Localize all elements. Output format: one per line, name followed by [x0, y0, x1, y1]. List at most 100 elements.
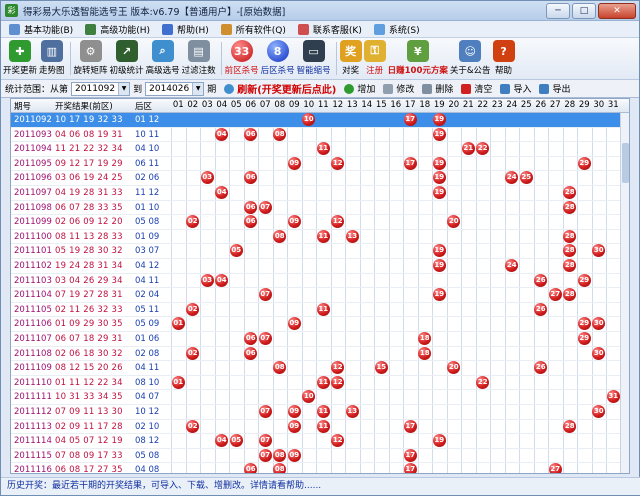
- table-row[interactable]: 2011095 09 12 17 19 29 06 11 09 12 17 19 29: [11, 156, 629, 172]
- header-col-30[interactable]: 30: [592, 100, 607, 112]
- about-button[interactable]: ☺ 关于&公告: [450, 38, 491, 79]
- table-row[interactable]: 2011110 01 11 12 22 34 08 10 01 11 12 22: [11, 375, 629, 391]
- header-col-01[interactable]: 01: [171, 100, 186, 112]
- back-kill-button[interactable]: 8 后区杀号: [261, 38, 295, 79]
- header-col-09[interactable]: 09: [287, 100, 302, 112]
- header-col-05[interactable]: 05: [229, 100, 244, 112]
- table-row[interactable]: 2011112 07 09 11 13 30 10 12 07 09 11 13 30: [11, 405, 629, 420]
- header-col-22[interactable]: 22: [476, 100, 491, 112]
- table-row[interactable]: 2011093 04 06 08 19 31 10 11 04 06 08 19: [11, 127, 629, 143]
- filter-bar: 统计范围：从第 2011092 ▼ 到 2014026 ▼ 期 刷新(开奖更新后点此…: [1, 80, 639, 98]
- header-col-20[interactable]: 20: [447, 100, 462, 112]
- header-col-28[interactable]: 28: [563, 100, 578, 112]
- header-col-23[interactable]: 23: [490, 100, 505, 112]
- check-prize-button[interactable]: 奖对奖: [339, 38, 362, 79]
- menu-help[interactable]: 帮助(H): [160, 23, 219, 36]
- advanced-pick-button[interactable]: ⌕ 高级选号: [146, 38, 180, 79]
- import-button[interactable]: 导入: [500, 82, 531, 95]
- table-row[interactable]: 2011092 10 17 19 32 33 01 12 10 17 19: [11, 113, 629, 128]
- table-row[interactable]: 2011107 06 07 18 29 31 01 06 06 07 18 29: [11, 332, 629, 347]
- scrollbar-thumb[interactable]: [622, 143, 629, 183]
- header-col-08[interactable]: 08: [273, 100, 288, 112]
- smart-reduce-button[interactable]: ▭ 智能缩号: [297, 38, 331, 79]
- to-period-select[interactable]: 2014026 ▼: [145, 81, 205, 96]
- table-row[interactable]: 2011100 08 11 13 28 33 01 09 08 11 13 28: [11, 229, 629, 245]
- header-col-25[interactable]: 25: [519, 100, 534, 112]
- table-row[interactable]: 2011102 19 24 28 31 34 04 12 19 24 28: [11, 259, 629, 274]
- header-col-24[interactable]: 24: [505, 100, 520, 112]
- table-row[interactable]: 2011113 02 09 11 17 28 02 10 02 09 11 17 28: [11, 419, 629, 435]
- filter-bets-button[interactable]: ▤ 过滤注数: [182, 38, 216, 79]
- header-col-21[interactable]: 21: [461, 100, 476, 112]
- clear-button[interactable]: 清空: [461, 82, 492, 95]
- table-row[interactable]: 2011103 03 04 26 29 34 04 11 03 04 26 29: [11, 273, 629, 289]
- add-button[interactable]: 增加: [344, 82, 375, 95]
- menu-advanced[interactable]: 高级功能(H): [83, 23, 160, 36]
- table-row[interactable]: 2011104 07 19 27 28 31 02 04 07 19 27 28: [11, 288, 629, 303]
- header-col-14[interactable]: 14: [360, 100, 375, 112]
- header-col-17[interactable]: 17: [403, 100, 418, 112]
- table-row[interactable]: 2011116 06 08 17 27 35 04 08 06 08 17 27: [11, 463, 629, 473]
- maximize-button[interactable]: □: [572, 2, 596, 19]
- table-row[interactable]: 2011109 08 12 15 20 26 04 11 08 12 15 20 26: [11, 361, 629, 376]
- refresh-button[interactable]: 刷新(开奖更新后点此): [224, 81, 336, 96]
- header-col-10[interactable]: 10: [302, 100, 317, 112]
- table-row[interactable]: 2011105 02 11 26 32 33 05 11 02 11 26: [11, 302, 629, 318]
- table-row[interactable]: 2011115 07 08 09 17 33 05 08 07 08 09 17: [11, 448, 629, 464]
- menu-contact[interactable]: 联系客服(K): [296, 23, 372, 36]
- header-col-02[interactable]: 02: [186, 100, 201, 112]
- header-col-06[interactable]: 06: [244, 100, 259, 112]
- header-col-15[interactable]: 15: [374, 100, 389, 112]
- register-button[interactable]: ⚿ 注册: [363, 38, 386, 79]
- close-button[interactable]: ✕: [598, 2, 636, 19]
- update-results-button[interactable]: ✚ 开奖更新: [3, 38, 37, 79]
- number-ball: 08: [273, 127, 287, 141]
- table-row[interactable]: 2011106 01 09 29 30 35 05 09 01 09 29 30: [11, 317, 629, 332]
- from-period-select[interactable]: 2011092 ▼: [71, 81, 131, 96]
- row-period: 2011101: [14, 246, 52, 257]
- header-back[interactable]: 后区: [135, 100, 169, 112]
- header-col-26[interactable]: 26: [534, 100, 549, 112]
- header-col-31[interactable]: 31: [606, 100, 621, 112]
- header-front[interactable]: 开奖结果(前区): [55, 100, 133, 112]
- header-period[interactable]: 期号: [14, 100, 50, 112]
- table-row[interactable]: 2011108 02 06 18 30 32 02 08 02 06 18 30: [11, 346, 629, 362]
- header-col-12[interactable]: 12: [331, 100, 346, 112]
- trend-chart-button[interactable]: ▥ 走势图: [39, 38, 65, 79]
- results-grid[interactable]: 期号 开奖结果(前区) 后区 01 02 03 04 05 06 07 08 09 10 11 12 1…: [10, 98, 630, 474]
- table-row[interactable]: 2011094 11 21 22 32 34 04 10 11 21 22: [11, 142, 629, 157]
- front-kill-button[interactable]: 33 前区杀号: [225, 38, 259, 79]
- table-row[interactable]: 2011101 05 19 28 30 32 03 07 05 19 28 30: [11, 244, 629, 259]
- header-col-18[interactable]: 18: [418, 100, 433, 112]
- minimize-button[interactable]: ─: [546, 2, 570, 19]
- table-row[interactable]: 2011111 10 31 33 34 35 04 07 10 31: [11, 390, 629, 405]
- menu-all-software[interactable]: 所有软件(Q): [219, 23, 296, 36]
- header-col-03[interactable]: 03: [200, 100, 215, 112]
- vertical-scrollbar[interactable]: [620, 113, 629, 473]
- menu-basic[interactable]: 基本功能(B): [7, 23, 83, 36]
- header-col-27[interactable]: 27: [548, 100, 563, 112]
- daily-plan-button[interactable]: ¥ 日赚100元方案: [388, 38, 448, 79]
- rotation-matrix-button[interactable]: ⚙ 旋转矩阵: [74, 38, 108, 79]
- number-ball: 07: [258, 434, 272, 448]
- header-col-16[interactable]: 16: [389, 100, 404, 112]
- menu-label: 系统(S): [388, 25, 420, 36]
- header-col-04[interactable]: 04: [215, 100, 230, 112]
- menu-system[interactable]: 系统(S): [372, 23, 430, 36]
- table-row[interactable]: 2011097 04 19 28 31 33 11 12 04 19 28: [11, 186, 629, 201]
- table-row[interactable]: 2011096 03 06 19 24 25 02 06 03 06 19 24 25: [11, 171, 629, 186]
- header-col-13[interactable]: 13: [345, 100, 360, 112]
- export-button[interactable]: 导出: [539, 82, 570, 95]
- table-row[interactable]: 2011114 04 05 07 12 19 08 12 04 05 07 12 19: [11, 434, 629, 449]
- header-col-11[interactable]: 11: [316, 100, 331, 112]
- table-row[interactable]: 2011099 02 06 09 12 20 05 08 02 06 09 12 20: [11, 215, 629, 230]
- table-row[interactable]: 2011098 06 07 28 33 35 01 10 06 07 28: [11, 200, 629, 216]
- title-bar[interactable]: 彩 得彩易大乐透智能选号王 版本:v6.79【普通用户】-[原始数据] ─ □ …: [1, 1, 639, 21]
- delete-button[interactable]: 删除: [422, 82, 453, 95]
- header-col-07[interactable]: 07: [258, 100, 273, 112]
- help-button[interactable]: ? 帮助: [492, 38, 515, 79]
- header-col-29[interactable]: 29: [577, 100, 592, 112]
- basic-stats-button[interactable]: ↗ 初级统计: [110, 38, 144, 79]
- edit-button[interactable]: 修改: [383, 82, 414, 95]
- header-col-19[interactable]: 19: [432, 100, 447, 112]
